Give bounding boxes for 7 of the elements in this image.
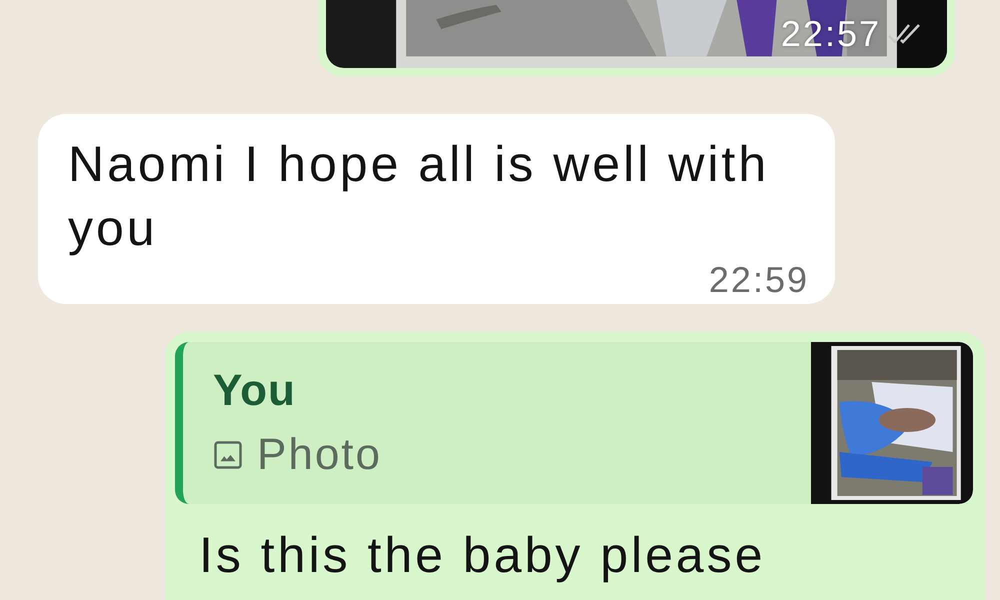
message-text: Is this the baby please [198,526,767,584]
quote-author: You [213,366,297,416]
message-text: Naomi I hope all is well with you [68,135,770,258]
image-icon [213,440,243,470]
timestamp: 22:59 [708,260,809,300]
quoted-message[interactable]: You Photo [175,342,973,504]
quote-label: Photo [257,430,382,480]
